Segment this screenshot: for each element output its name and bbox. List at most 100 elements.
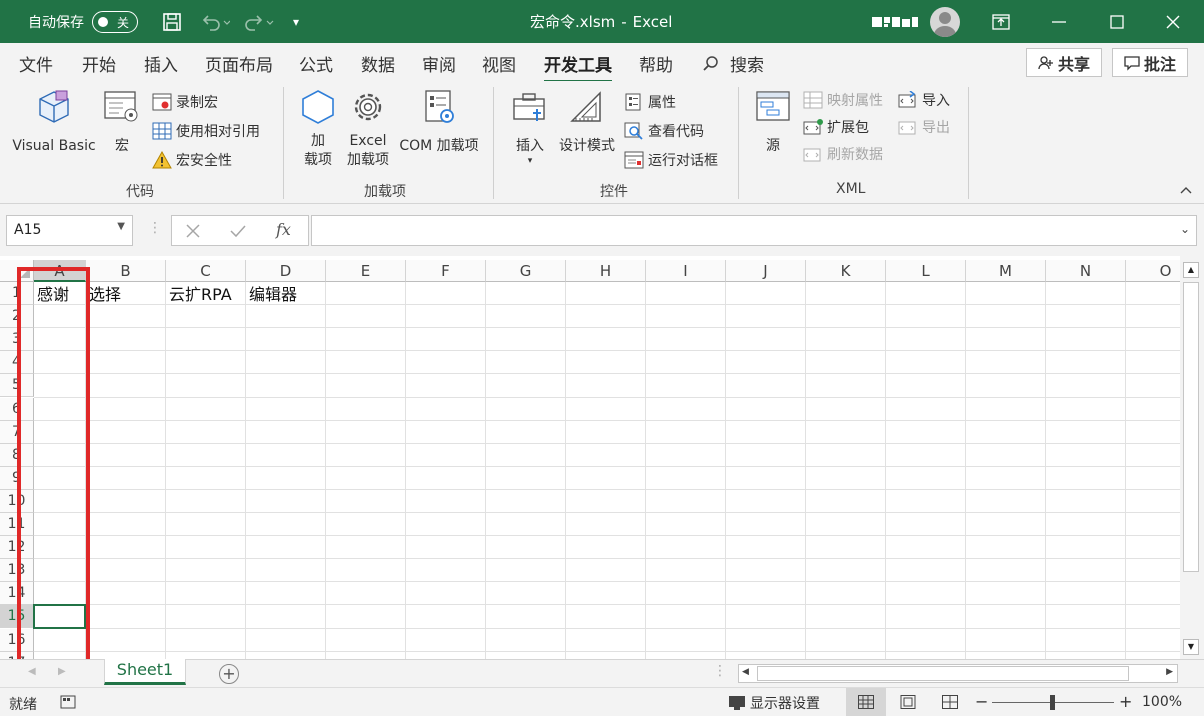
undo-icon[interactable] [200,0,230,43]
tab-insert[interactable]: 插入 [144,51,178,76]
zoom-in-button[interactable]: + [1119,692,1132,711]
horizontal-scrollbar[interactable]: ◀ ▶ [738,664,1178,683]
zoom-out-button[interactable]: − [975,692,988,711]
tab-review[interactable]: 审阅 [422,51,456,76]
com-addins-button[interactable]: COM 加载项 [394,89,484,156]
cell-d1[interactable]: 编辑器 [246,283,297,306]
ribbon-display-options-icon[interactable] [992,0,1010,43]
title-separator: - [621,12,627,31]
save-icon[interactable] [162,0,182,43]
column-header-h[interactable]: H [566,260,646,282]
close-icon[interactable] [1166,0,1180,43]
expand-formula-icon[interactable]: ⌄ [1180,222,1190,236]
cancel-icon[interactable] [186,224,200,238]
normal-view-button[interactable] [846,688,886,716]
account-avatar[interactable] [930,0,960,43]
autosave-toggle[interactable]: 关 [92,10,138,33]
tab-data[interactable]: 数据 [361,51,395,76]
tab-help[interactable]: 帮助 [639,51,673,76]
refresh-data-button[interactable]: 刷新数据 [803,143,883,165]
tab-page-layout[interactable]: 页面布局 [205,51,273,76]
chevron-down-icon[interactable]: ▼ [117,221,125,232]
insert-control-button[interactable]: 插入 ▾ [508,89,552,166]
expansion-packs-button[interactable]: 扩展包 [803,116,869,138]
zoom-level[interactable]: 100% [1142,694,1182,710]
macro-security-button[interactable]: 宏安全性 [152,149,232,171]
share-button[interactable]: 共享 [1026,48,1102,77]
developer-ribbon: Visual Basic 宏 录制宏 使用相对引用 宏安全性 代码 加 载项 E… [0,81,1204,204]
cell-c1[interactable]: 云扩RPA [166,283,232,306]
worksheet-grid[interactable]: ABCDEFGHIJKLMNO 123456789101112131415161… [0,256,1180,659]
page-layout-view-icon[interactable] [900,695,916,709]
addins-button[interactable]: 加 载项 [298,89,338,170]
map-properties-button[interactable]: 映射属性 [803,89,883,111]
scroll-left-icon[interactable]: ◀ [742,667,749,677]
minimize-icon[interactable] [1052,0,1066,43]
tab-file[interactable]: 文件 [19,51,53,76]
column-header-c[interactable]: C [166,260,246,282]
next-sheet-icon[interactable]: ▶ [58,666,66,677]
display-settings-button[interactable]: 显示器设置 [728,693,820,713]
design-mode-button[interactable]: 设计模式 [556,89,618,156]
column-header-m[interactable]: M [966,260,1046,282]
view-code-button[interactable]: 查看代码 [624,120,704,142]
vertical-scroll-thumb[interactable] [1183,282,1199,572]
tell-me-search[interactable]: 搜索 [702,51,764,76]
column-header-b[interactable]: B [86,260,166,282]
vertical-scrollbar[interactable]: ▲ ▼ [1180,256,1204,659]
scroll-down-icon[interactable]: ▼ [1183,639,1199,655]
formula-bar: A15 ▼ ⋮ fx ⌄ [0,204,1204,256]
scroll-right-icon[interactable]: ▶ [1166,667,1173,677]
name-box[interactable]: A15 ▼ [6,215,133,246]
excel-addins-button[interactable]: Excel 加载项 [343,89,393,170]
xml-source-button[interactable]: 源 [754,89,792,156]
cell-b1[interactable]: 选择 [86,283,121,306]
autosave[interactable]: 自动保存 关 [28,0,138,43]
horizontal-scroll-thumb[interactable] [757,666,1129,681]
column-header-i[interactable]: I [646,260,726,282]
xml-export-button[interactable]: 导出 [898,116,950,138]
formula-input[interactable]: ⌄ [311,215,1197,246]
xml-import-button[interactable]: 导入 [898,89,950,111]
tab-formulas[interactable]: 公式 [299,51,333,76]
prev-sheet-icon[interactable]: ◀ [28,666,36,677]
column-header-d[interactable]: D [246,260,326,282]
tab-developer[interactable]: 开发工具 [544,51,612,83]
collapse-ribbon-icon[interactable] [1180,183,1192,199]
record-macro-button[interactable]: 录制宏 [152,91,218,113]
insert-function-icon[interactable]: fx [276,220,291,239]
accessibility-icon[interactable] [60,695,76,709]
scroll-up-icon[interactable]: ▲ [1183,262,1199,278]
account-name-icon[interactable] [872,0,920,43]
tab-home[interactable]: 开始 [82,51,116,76]
sheet-tab[interactable]: Sheet1 [104,659,186,685]
properties-button[interactable]: 属性 [624,91,676,113]
column-header-k[interactable]: K [806,260,886,282]
tab-view[interactable]: 视图 [482,51,516,76]
enter-icon[interactable] [230,224,246,238]
column-gridline [325,282,326,659]
row-gridline [34,465,1180,467]
use-relative-references-button[interactable]: 使用相对引用 [152,120,260,142]
macros-button[interactable]: 宏 [102,89,142,156]
customize-qat-icon[interactable]: ▾ [293,0,299,43]
new-sheet-icon[interactable]: + [219,664,239,684]
redo-icon[interactable] [245,0,275,43]
column-header-g[interactable]: G [486,260,566,282]
monitor-icon [729,696,745,710]
visual-basic-button[interactable]: Visual Basic [10,89,98,156]
column-header-j[interactable]: J [726,260,806,282]
column-header-n[interactable]: N [1046,260,1126,282]
drag-handle-icon[interactable]: ⋮ [148,220,162,236]
comments-button[interactable]: 批注 [1112,48,1188,77]
column-header-e[interactable]: E [326,260,406,282]
column-header-f[interactable]: F [406,260,486,282]
run-dialog-button[interactable]: 运行对话框 [624,149,718,171]
maximize-icon[interactable] [1110,0,1124,43]
column-header-o[interactable]: O [1126,260,1180,282]
page-break-view-icon[interactable] [942,695,958,709]
column-header-l[interactable]: L [886,260,966,282]
zoom-slider-thumb[interactable] [1050,695,1055,710]
toggle-dot [98,16,108,27]
tab-split-handle[interactable]: ⋮ [713,663,727,679]
